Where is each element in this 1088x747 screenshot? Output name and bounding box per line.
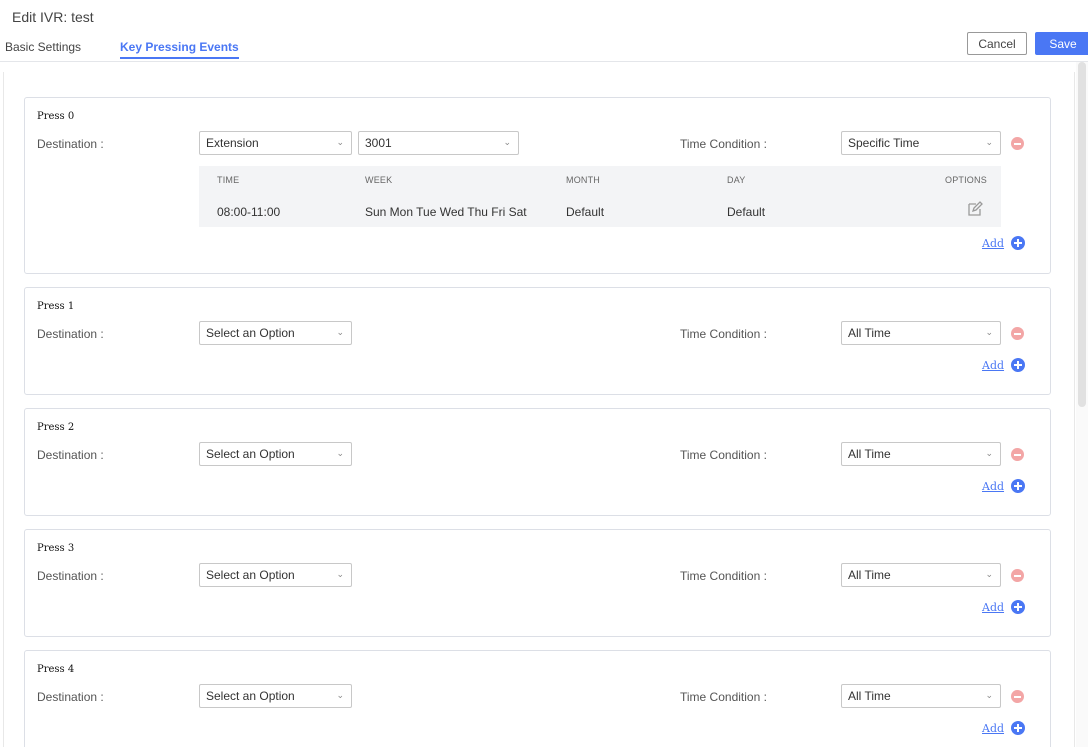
chevron-down-icon: ⌄ — [336, 690, 344, 700]
plus-circle-icon[interactable] — [1011, 358, 1025, 372]
table-cell-day: Default — [727, 205, 766, 219]
time-condition-select-value: Specific Time — [848, 136, 920, 150]
table-cell-week: Sun Mon Tue Wed Thu Fri Sat — [365, 205, 527, 219]
extension-select-value: 3001 — [365, 136, 392, 150]
time-condition-label: Time Condition : — [680, 690, 767, 704]
key-event-title: Press 4 — [37, 664, 75, 675]
chevron-down-icon: ⌄ — [985, 569, 993, 579]
edit-icon[interactable] — [967, 201, 983, 217]
chevron-down-icon: ⌄ — [985, 690, 993, 700]
time-condition-select[interactable]: All Time ⌄ — [841, 321, 1001, 345]
destination-select[interactable]: Select an Option ⌄ — [199, 563, 352, 587]
time-condition-select[interactable]: All Time ⌄ — [841, 563, 1001, 587]
destination-select-value: Select an Option — [206, 447, 295, 461]
table-cell-time: 08:00-11:00 — [217, 205, 281, 219]
minus-circle-icon[interactable] — [1011, 137, 1024, 150]
destination-select-value: Select an Option — [206, 689, 295, 703]
key-event-title: Press 2 — [37, 422, 75, 433]
key-event-title: Press 0 — [37, 111, 75, 122]
key-event-title: Press 3 — [37, 543, 75, 554]
time-condition-label: Time Condition : — [680, 448, 767, 462]
time-condition-select-value: All Time — [848, 326, 891, 340]
table-header-week: WEEK — [365, 175, 393, 185]
minus-circle-icon[interactable] — [1011, 569, 1024, 582]
cancel-button[interactable]: Cancel — [967, 32, 1027, 55]
destination-select[interactable]: Select an Option ⌄ — [199, 442, 352, 466]
time-condition-select[interactable]: All Time ⌄ — [841, 684, 1001, 708]
chevron-down-icon: ⌄ — [336, 569, 344, 579]
key-event-card-press-1: Press 1 Destination : Select an Option ⌄… — [24, 287, 1051, 395]
save-button[interactable]: Save — [1035, 32, 1088, 55]
destination-select[interactable]: Select an Option ⌄ — [199, 321, 352, 345]
key-event-card-press-0: Press 0 Destination : Extension ⌄ 3001 ⌄… — [24, 97, 1051, 274]
minus-circle-icon[interactable] — [1011, 690, 1024, 703]
minus-circle-icon[interactable] — [1011, 327, 1024, 340]
destination-select[interactable]: Select an Option ⌄ — [199, 684, 352, 708]
plus-circle-icon[interactable] — [1011, 600, 1025, 614]
chevron-down-icon: ⌄ — [985, 137, 993, 147]
key-event-card-press-2: Press 2 Destination : Select an Option ⌄… — [24, 408, 1051, 516]
chevron-down-icon: ⌄ — [985, 448, 993, 458]
time-condition-select-value: All Time — [848, 568, 891, 582]
time-condition-table: TIME WEEK MONTH DAY OPTIONS 08:00-11:00 … — [199, 166, 1001, 227]
time-condition-select-value: All Time — [848, 689, 891, 703]
add-link[interactable]: Add — [982, 359, 1004, 372]
tab-key-pressing-events[interactable]: Key Pressing Events — [120, 40, 239, 59]
minus-circle-icon[interactable] — [1011, 448, 1024, 461]
destination-label: Destination : — [37, 690, 104, 704]
key-event-card-press-4: Press 4 Destination : Select an Option ⌄… — [24, 650, 1051, 747]
add-link[interactable]: Add — [982, 722, 1004, 735]
chevron-down-icon: ⌄ — [985, 327, 993, 337]
plus-circle-icon[interactable] — [1011, 721, 1025, 735]
chevron-down-icon: ⌄ — [503, 137, 511, 147]
plus-circle-icon[interactable] — [1011, 479, 1025, 493]
time-condition-label: Time Condition : — [680, 327, 767, 341]
table-header-month: MONTH — [566, 175, 600, 185]
destination-label: Destination : — [37, 569, 104, 583]
scrollbar-thumb[interactable] — [1078, 62, 1086, 407]
time-condition-select[interactable]: Specific Time ⌄ — [841, 131, 1001, 155]
add-link[interactable]: Add — [982, 480, 1004, 493]
add-link[interactable]: Add — [982, 237, 1004, 250]
table-header-options: OPTIONS — [945, 175, 987, 185]
page-title: Edit IVR: test — [12, 9, 94, 25]
tab-basic-settings[interactable]: Basic Settings — [5, 40, 81, 54]
time-condition-label: Time Condition : — [680, 137, 767, 151]
destination-select-value: Select an Option — [206, 326, 295, 340]
destination-select[interactable]: Extension ⌄ — [199, 131, 352, 155]
destination-select-value: Select an Option — [206, 568, 295, 582]
time-condition-label: Time Condition : — [680, 569, 767, 583]
destination-label: Destination : — [37, 448, 104, 462]
key-event-card-press-3: Press 3 Destination : Select an Option ⌄… — [24, 529, 1051, 637]
plus-circle-icon[interactable] — [1011, 236, 1025, 250]
time-condition-select-value: All Time — [848, 447, 891, 461]
extension-select[interactable]: 3001 ⌄ — [358, 131, 519, 155]
destination-select-value: Extension — [206, 136, 259, 150]
chevron-down-icon: ⌄ — [336, 327, 344, 337]
edit-ivr-page: Edit IVR: test Basic Settings Key Pressi… — [0, 0, 1088, 747]
table-header-day: DAY — [727, 175, 746, 185]
chevron-down-icon: ⌄ — [336, 448, 344, 458]
destination-label: Destination : — [37, 327, 104, 341]
time-condition-select[interactable]: All Time ⌄ — [841, 442, 1001, 466]
table-cell-month: Default — [566, 205, 605, 219]
add-link[interactable]: Add — [982, 601, 1004, 614]
content-area: Press 0 Destination : Extension ⌄ 3001 ⌄… — [0, 61, 1088, 747]
key-event-title: Press 1 — [37, 301, 75, 312]
table-header-time: TIME — [217, 175, 240, 185]
destination-label: Destination : — [37, 137, 104, 151]
chevron-down-icon: ⌄ — [336, 137, 344, 147]
